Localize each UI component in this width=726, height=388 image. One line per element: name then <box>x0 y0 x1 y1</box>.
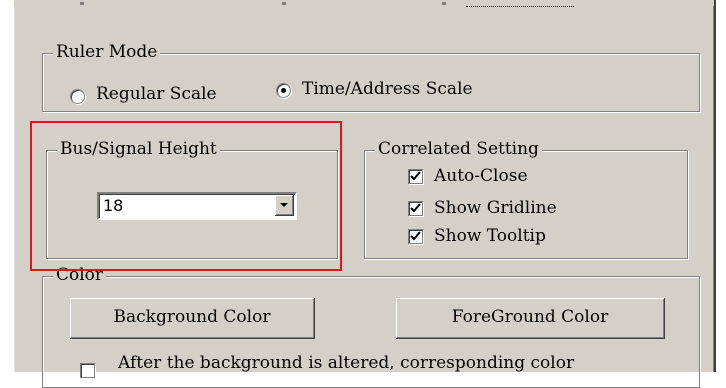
check-icon <box>410 231 421 241</box>
correlated-setting-title: Correlated Setting <box>375 138 542 160</box>
check-icon <box>410 203 421 213</box>
time-address-scale-label[interactable]: Time/Address Scale <box>302 78 473 100</box>
regular-scale-radio[interactable] <box>70 89 85 104</box>
partial-control-mark <box>80 2 84 5</box>
partial-control-mark <box>442 2 446 5</box>
show-gridline-checkbox[interactable] <box>408 201 423 216</box>
top-partial-row <box>14 0 714 7</box>
show-tooltip-checkbox[interactable] <box>408 229 423 244</box>
radio-selected-dot <box>281 88 286 93</box>
show-tooltip-label[interactable]: Show Tooltip <box>434 225 546 247</box>
check-icon <box>410 171 421 181</box>
regular-scale-label[interactable]: Regular Scale <box>96 83 217 105</box>
after-change-label[interactable]: After the background is altered, corresp… <box>118 352 574 374</box>
background-color-button[interactable]: Background Color <box>70 298 315 339</box>
after-change-checkbox[interactable] <box>80 363 95 378</box>
foreground-color-button[interactable]: ForeGround Color <box>396 298 665 339</box>
highlight-annotation <box>30 121 342 271</box>
show-gridline-label[interactable]: Show Gridline <box>434 197 557 219</box>
partial-control-mark <box>282 2 286 5</box>
time-address-scale-radio[interactable] <box>276 83 291 98</box>
auto-close-checkbox[interactable] <box>408 169 423 184</box>
partial-dotted-field <box>466 0 574 7</box>
auto-close-label[interactable]: Auto-Close <box>434 165 528 187</box>
ruler-mode-title: Ruler Mode <box>53 41 161 63</box>
